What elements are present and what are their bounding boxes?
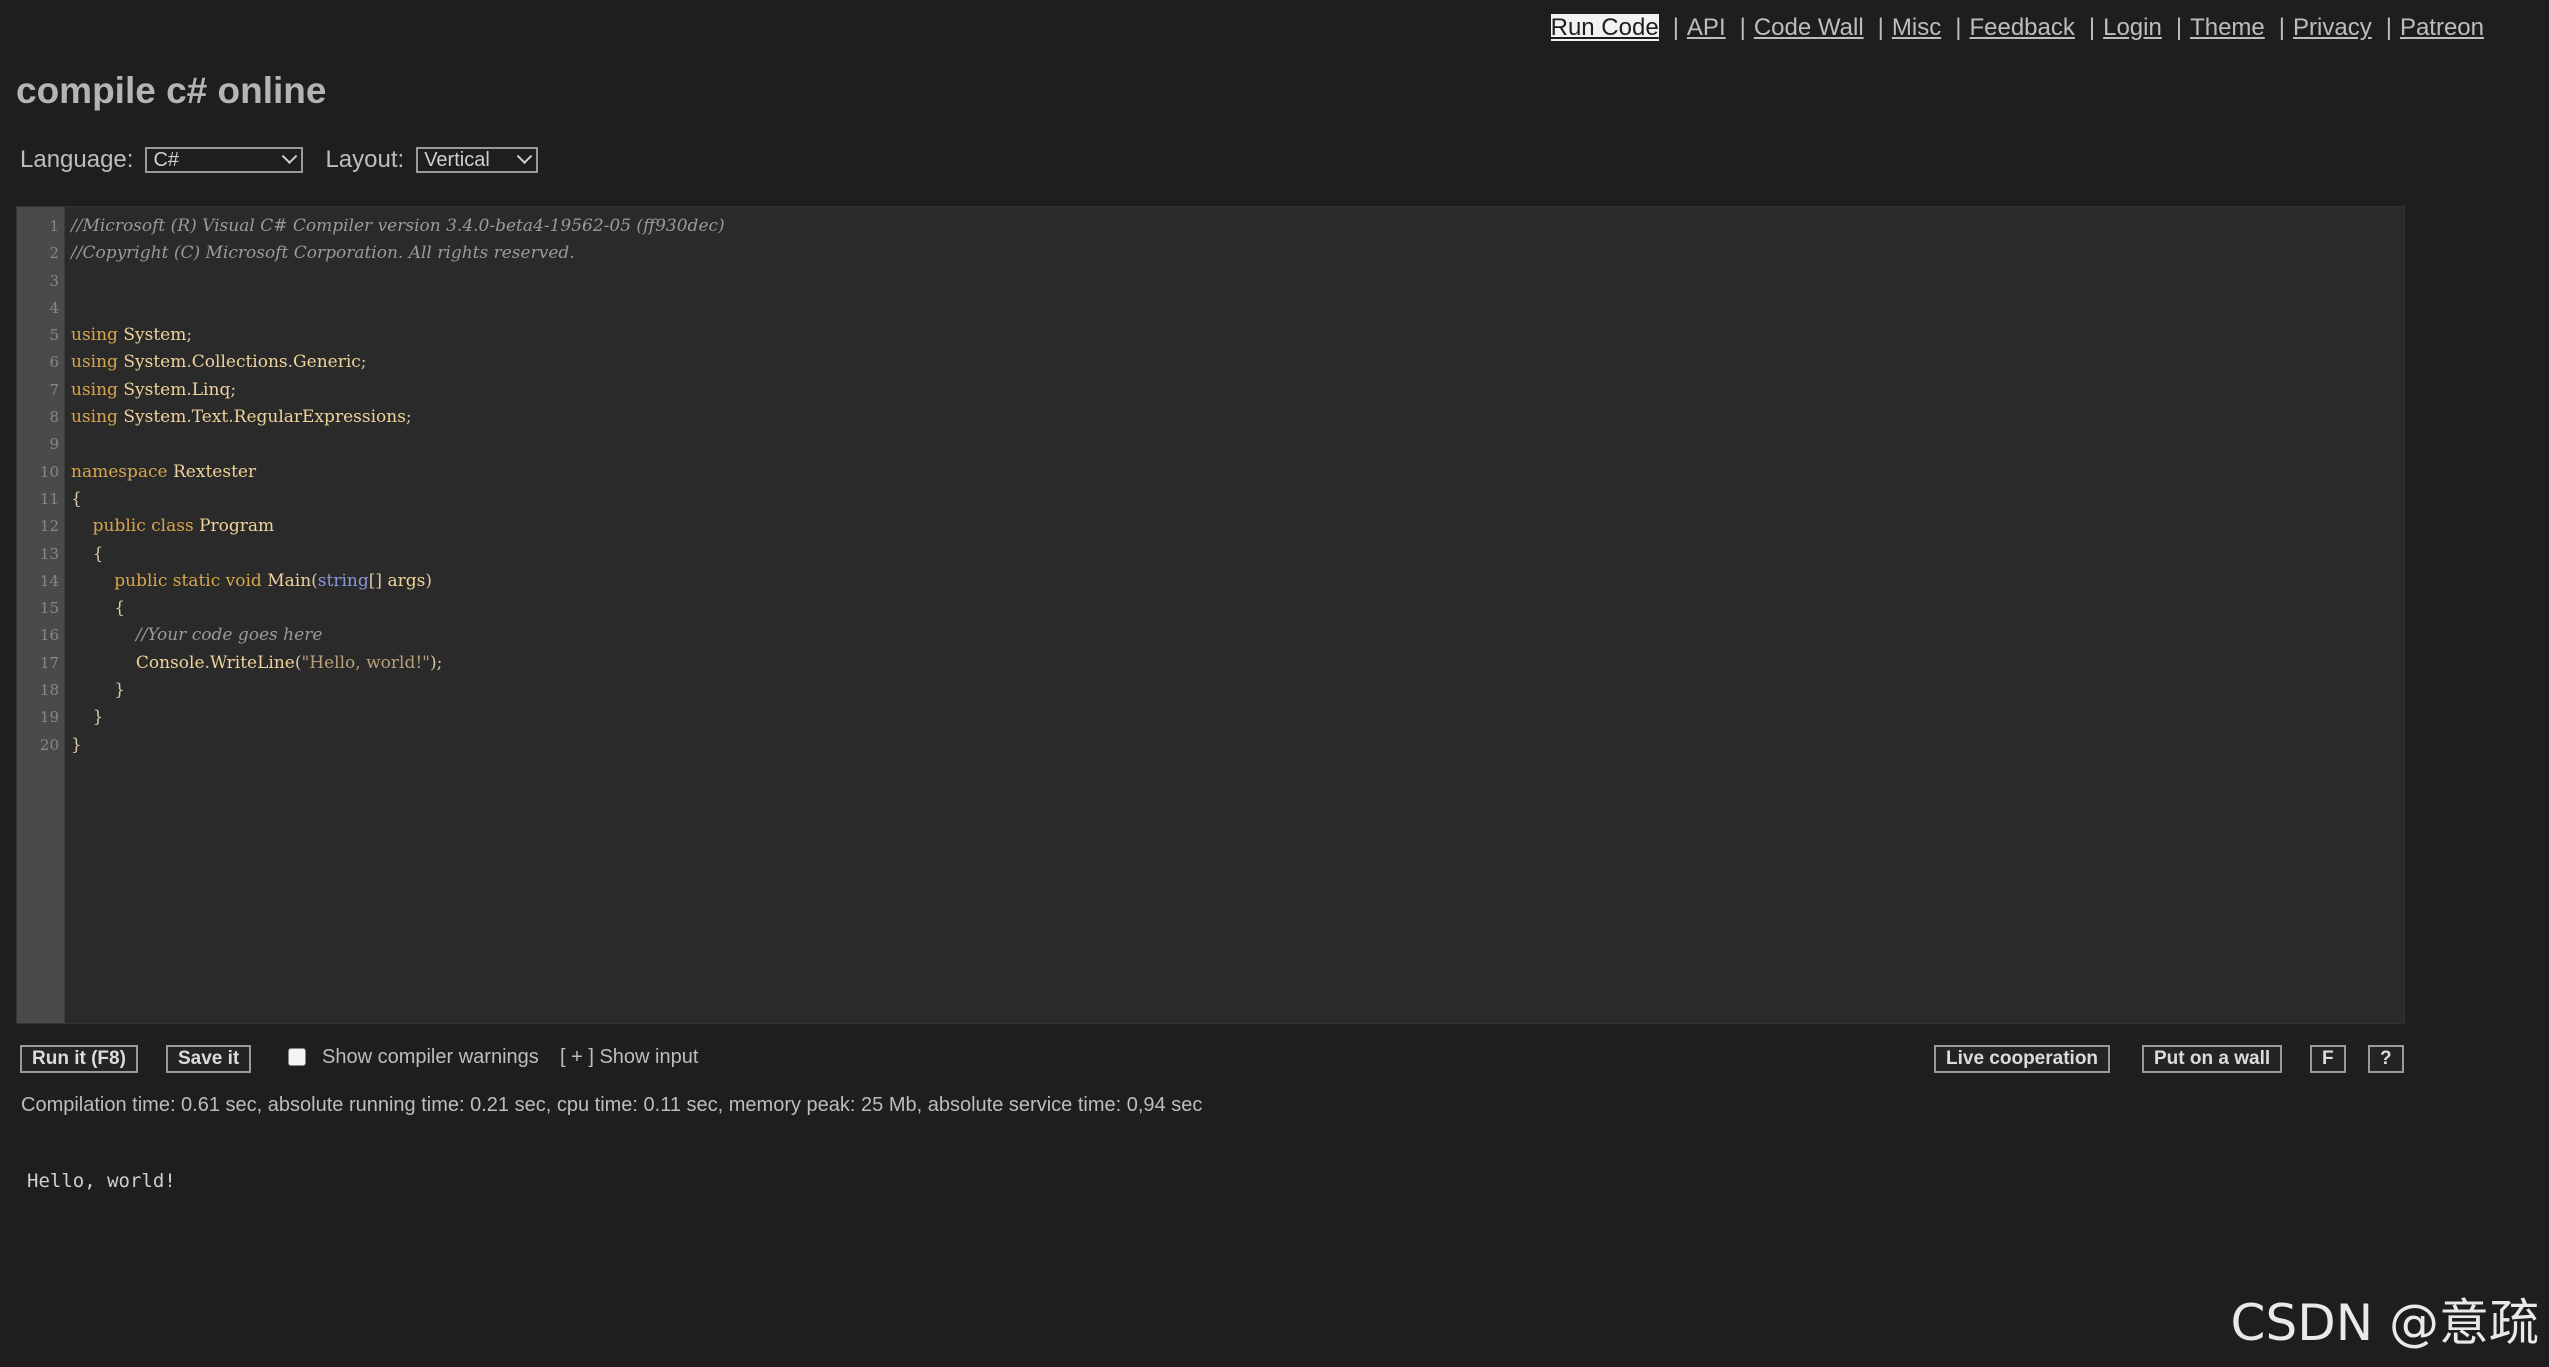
code-line[interactable]: using System.Text.RegularExpressions; — [71, 404, 725, 431]
code-line[interactable]: public static void Main(string[] args) — [71, 568, 725, 595]
bottom-toolbar: Run it (F8) Save it Show compiler warnin… — [20, 1045, 2404, 1073]
nav-api[interactable]: API — [1687, 14, 1726, 41]
nav-patreon[interactable]: Patreon — [2400, 14, 2484, 41]
line-number: 1 — [49, 217, 59, 235]
line-number: 19 — [39, 708, 59, 727]
code-line[interactable] — [71, 268, 725, 295]
layout-label: Layout: — [325, 146, 405, 173]
layout-select[interactable]: Vertical — [416, 147, 539, 173]
line-number: 15 — [39, 599, 59, 618]
show-warnings-label: Show compiler warnings — [322, 1046, 539, 1068]
line-number: 12 — [39, 517, 59, 536]
line-number: 5 — [49, 326, 59, 345]
page: Run Code | API | Code Wall | Misc | Feedback | Log… — [0, 0, 2549, 1367]
nav-separator: | — [2175, 14, 2183, 41]
code-editor[interactable]: 1 2 3 4 5 6 7 8 9 10 11 12 13 14 15 16 17 18 19 20 //Micros… — [16, 206, 2405, 1024]
code-line[interactable]: public class Program — [71, 513, 725, 540]
code-line[interactable]: { — [71, 595, 725, 622]
watermark: CSDN @意疏 — [2230, 1294, 2539, 1352]
nav-code-wall[interactable]: Code Wall — [1754, 14, 1864, 41]
line-number: 6 — [49, 353, 59, 372]
line-number: 16 — [39, 626, 59, 645]
code-line[interactable] — [71, 431, 725, 458]
nav-separator: | — [2385, 14, 2392, 41]
execution-stats: Compilation time: 0.61 sec, absolute run… — [21, 1094, 1203, 1116]
line-number: 11 — [39, 489, 59, 508]
code-line[interactable]: using System.Collections.Generic; — [71, 349, 725, 376]
code-area[interactable]: //Microsoft (R) Visual C# Compiler versi… — [71, 213, 725, 759]
show-warnings-checkbox[interactable] — [288, 1048, 306, 1066]
code-line[interactable]: } — [71, 677, 725, 704]
code-line[interactable]: } — [71, 732, 725, 759]
line-number: 10 — [39, 462, 59, 481]
code-line[interactable]: { — [71, 486, 725, 513]
line-number: 4 — [49, 298, 59, 317]
help-button[interactable]: ? — [2368, 1045, 2404, 1073]
nav-feedback[interactable]: Feedback — [1969, 14, 2074, 41]
language-select[interactable]: C# — [145, 147, 304, 173]
nav-separator: | — [1955, 14, 1962, 41]
chevron-down-icon — [282, 147, 298, 164]
live-cooperation-button[interactable]: Live cooperation — [1934, 1045, 2111, 1073]
line-number: 17 — [39, 653, 59, 672]
nav-separator: | — [1877, 14, 1884, 41]
page-title: compile c# online — [16, 70, 327, 111]
line-number: 2 — [49, 244, 59, 263]
line-number: 8 — [49, 408, 59, 427]
line-number: 3 — [49, 271, 59, 290]
save-button[interactable]: Save it — [166, 1045, 252, 1073]
nav-login[interactable]: Login — [2103, 14, 2162, 41]
code-line[interactable]: //Your code goes here — [71, 622, 725, 649]
top-nav: Run Code | API | Code Wall | Misc | Feedback | Log… — [1550, 14, 2484, 42]
editor-options: Language: C# Layout: Vertical — [20, 146, 539, 174]
show-input-toggle[interactable]: [ + ] Show input — [560, 1046, 698, 1069]
line-number: 20 — [39, 735, 59, 754]
put-on-wall-button[interactable]: Put on a wall — [2142, 1045, 2283, 1073]
nav-run-code[interactable]: Run Code — [1550, 14, 1659, 41]
nav-separator: | — [1672, 14, 1679, 41]
line-number-gutter: 1 2 3 4 5 6 7 8 9 10 11 12 13 14 15 16 17 18 19 20 — [17, 207, 65, 1023]
program-output: Hello, world! — [27, 1170, 176, 1192]
language-label: Language: — [20, 146, 134, 173]
line-number: 13 — [39, 544, 59, 563]
nav-privacy[interactable]: Privacy — [2293, 14, 2372, 41]
nav-separator: | — [1739, 14, 1746, 41]
code-line[interactable]: using System; — [71, 322, 725, 349]
chevron-down-icon — [516, 147, 533, 164]
nav-theme[interactable]: Theme — [2190, 14, 2265, 41]
code-line[interactable]: { — [71, 541, 725, 568]
nav-separator: | — [2088, 14, 2096, 41]
code-line[interactable]: //Copyright (C) Microsoft Corporation. A… — [71, 240, 725, 267]
code-line[interactable]: } — [71, 704, 725, 731]
code-line[interactable] — [71, 295, 725, 322]
nav-misc[interactable]: Misc — [1892, 14, 1941, 41]
code-line[interactable]: //Microsoft (R) Visual C# Compiler versi… — [71, 213, 725, 240]
run-button[interactable]: Run it (F8) — [20, 1045, 138, 1073]
line-number: 7 — [49, 380, 59, 399]
nav-separator: | — [2278, 14, 2286, 41]
code-line[interactable]: using System.Linq; — [71, 377, 725, 404]
f-button[interactable]: F — [2310, 1045, 2346, 1073]
layout-select-value: Vertical — [424, 148, 490, 171]
line-number: 9 — [49, 435, 59, 454]
line-number: 18 — [39, 681, 59, 700]
code-line[interactable]: namespace Rextester — [71, 459, 725, 486]
language-select-value: C# — [153, 148, 180, 171]
code-line[interactable]: Console.WriteLine("Hello, world!"); — [71, 650, 725, 677]
line-number: 14 — [39, 571, 59, 590]
